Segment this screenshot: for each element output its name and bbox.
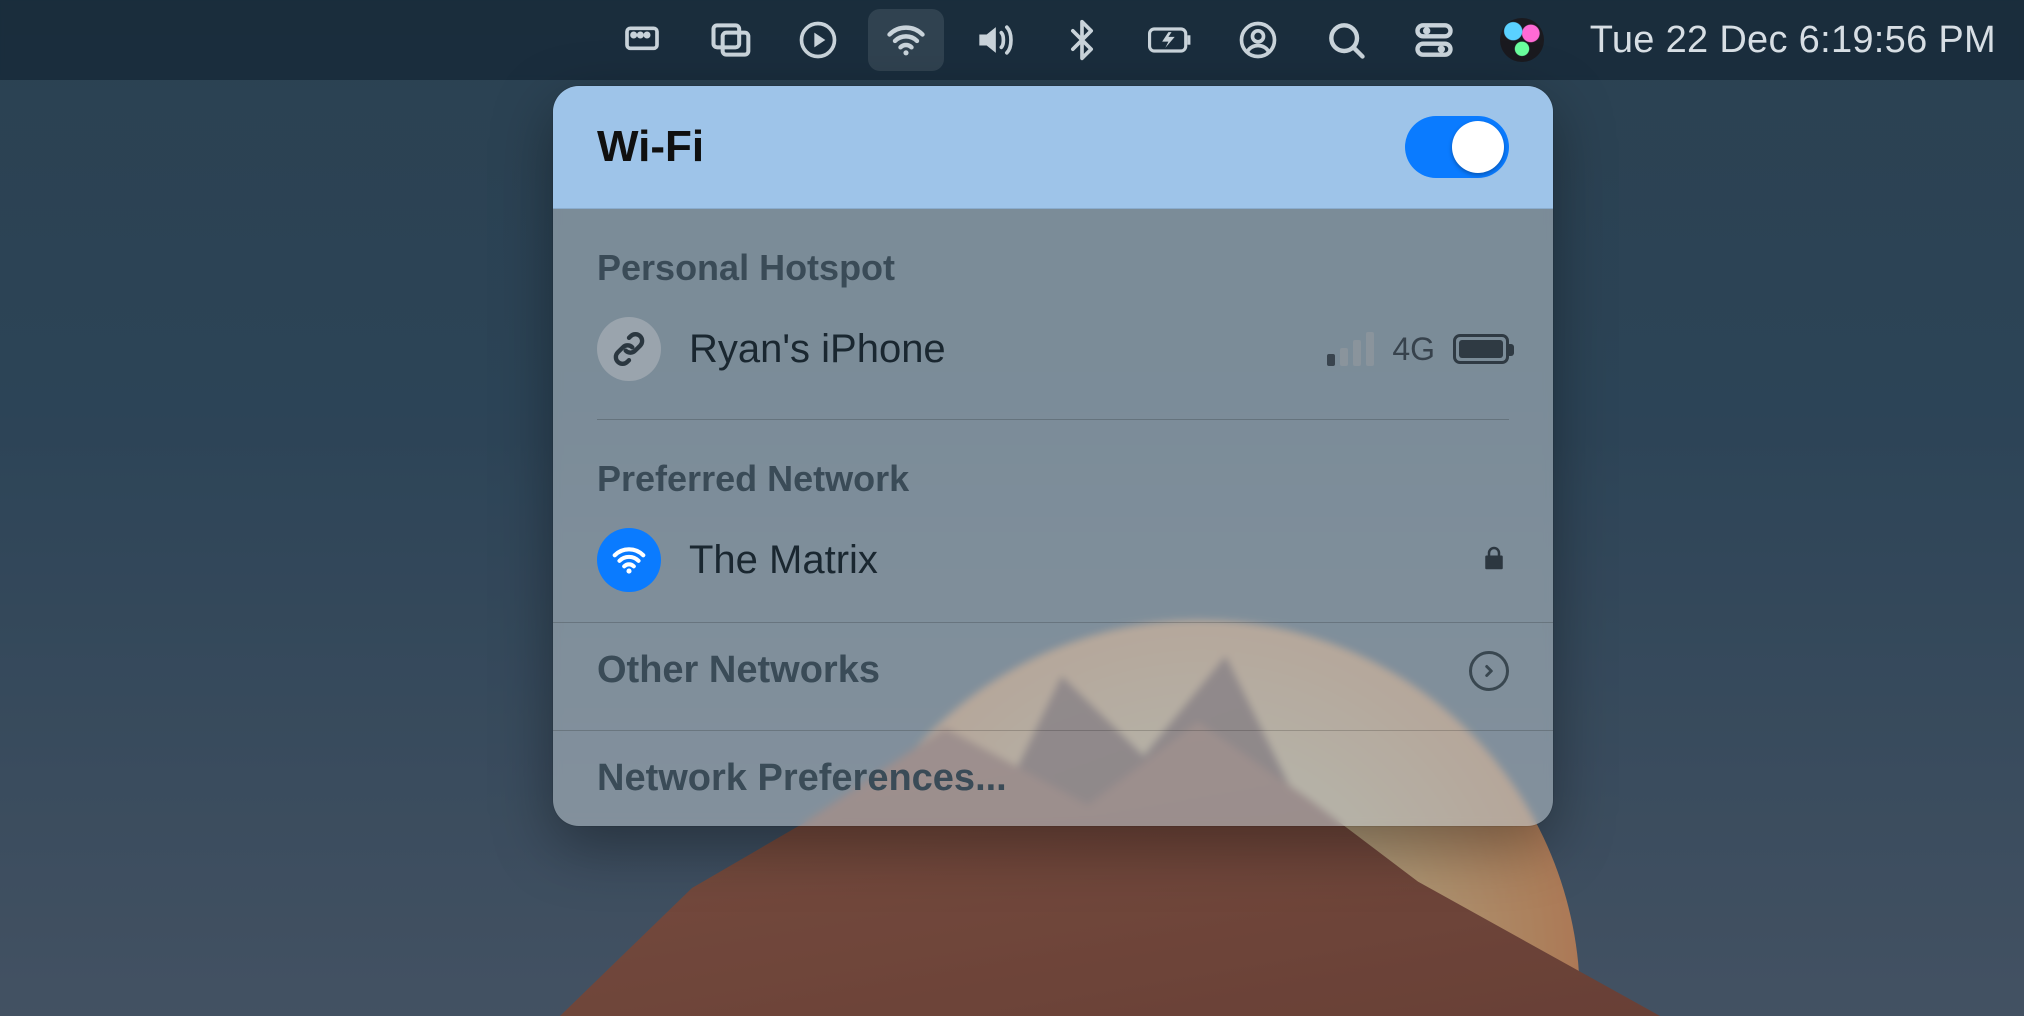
preferred-network-name: The Matrix — [689, 538, 878, 583]
menubar-battery-icon[interactable] — [1132, 9, 1208, 71]
chevron-right-icon — [1469, 651, 1509, 691]
wifi-header-row: Wi-Fi — [553, 86, 1553, 209]
menubar-tray: Tue 22 Dec 6:19:56 PM — [604, 9, 1996, 71]
cellular-type-label: 4G — [1392, 331, 1435, 368]
menubar-now-playing-icon[interactable] — [780, 9, 856, 71]
hotspot-battery-icon — [1453, 334, 1509, 364]
menubar-user-icon[interactable] — [1220, 9, 1296, 71]
menubar: Tue 22 Dec 6:19:56 PM — [0, 0, 2024, 80]
wifi-popover: Wi-Fi Personal Hotspot Ryan's iPhone 4G — [553, 86, 1553, 826]
preferred-network-row[interactable]: The Matrix — [597, 512, 1509, 610]
hotspot-link-icon — [597, 317, 661, 381]
menubar-clock[interactable]: Tue 22 Dec 6:19:56 PM — [1572, 19, 1996, 62]
menubar-volume-icon[interactable] — [956, 9, 1032, 71]
menubar-dock-icon[interactable] — [604, 9, 680, 71]
menubar-bluetooth-icon[interactable] — [1044, 9, 1120, 71]
hotspot-device-row[interactable]: Ryan's iPhone 4G — [597, 301, 1509, 399]
other-networks-row[interactable]: Other Networks — [553, 622, 1553, 718]
wifi-toggle[interactable] — [1405, 116, 1509, 178]
menubar-spotlight-icon[interactable] — [1308, 9, 1384, 71]
wifi-network-icon — [597, 528, 661, 592]
lock-icon — [1479, 541, 1509, 580]
cellular-signal-icon — [1327, 332, 1374, 366]
hotspot-device-name: Ryan's iPhone — [689, 327, 946, 372]
network-preferences-label: Network Preferences... — [597, 757, 1007, 800]
preferred-network-section: Preferred Network The Matrix — [553, 420, 1553, 610]
personal-hotspot-section: Personal Hotspot Ryan's iPhone 4G — [553, 209, 1553, 399]
menubar-wifi-icon[interactable] — [868, 9, 944, 71]
menubar-control-center-icon[interactable] — [1396, 9, 1472, 71]
network-preferences-row[interactable]: Network Preferences... — [553, 730, 1553, 826]
menubar-mission-control-icon[interactable] — [692, 9, 768, 71]
menubar-siri-icon[interactable] — [1484, 9, 1560, 71]
hotspot-status: 4G — [1327, 331, 1509, 368]
wifi-title: Wi-Fi — [597, 122, 704, 172]
other-networks-label: Other Networks — [597, 649, 880, 692]
preferred-network-label: Preferred Network — [597, 438, 1509, 512]
personal-hotspot-label: Personal Hotspot — [597, 227, 1509, 301]
